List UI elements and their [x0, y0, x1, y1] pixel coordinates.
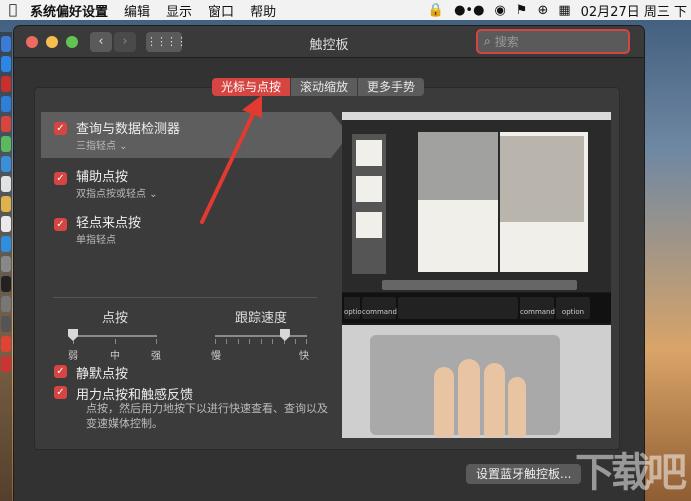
terminal-icon[interactable]: [1, 276, 11, 292]
force-click-description: 点按，然后用力地按下以进行快速查看、查询以及变速媒体控制。: [86, 402, 328, 430]
close-button[interactable]: [26, 36, 38, 48]
tracking-slider-track[interactable]: [215, 335, 307, 337]
menu-app-name[interactable]: 系统偏好设置: [26, 1, 116, 20]
preview-finger: [508, 377, 526, 437]
lookup-label: 查询与数据检测器: [76, 122, 181, 137]
preview-menubar: [342, 112, 611, 120]
secondary-click-sub[interactable]: 双指点按或轻点 ⌄: [76, 185, 158, 200]
tap-to-click-label: 轻点来点按: [76, 216, 142, 231]
click-slider-label-strong: 强: [151, 351, 161, 362]
preview-key-command-right: command: [520, 297, 555, 319]
tap-to-click-checkbox[interactable]: ✓: [54, 218, 67, 231]
menubar-datetime[interactable]: 02月27日 周三 下: [581, 1, 687, 20]
app-icon[interactable]: [1, 176, 11, 192]
back-button[interactable]: ‹: [90, 32, 112, 52]
preview-dock: [382, 280, 577, 290]
app-icon[interactable]: [1, 296, 11, 312]
gesture-preview: option command command option: [342, 112, 611, 438]
lock-icon[interactable]: 🔒: [428, 3, 444, 18]
preview-finger: [484, 363, 505, 437]
launchpad-icon[interactable]: [1, 56, 11, 72]
tab-bar: 光标与点按 滚动缩放 更多手势: [212, 78, 425, 96]
preview-finger: [458, 359, 480, 437]
preview-laptop-case: [342, 325, 611, 438]
safari-icon[interactable]: [1, 96, 11, 112]
tracking-slider-label-slow: 慢: [211, 351, 221, 362]
preview-thumb: [356, 212, 382, 238]
preview-key-command-left: command: [362, 297, 397, 319]
calendar-icon[interactable]: ▦: [558, 3, 570, 18]
title-bar: ‹ › ⋮⋮⋮⋮ 触控板 ⌕ 搜索: [14, 26, 644, 58]
app-icon[interactable]: [1, 336, 11, 352]
notification-icon[interactable]: ⚑: [516, 3, 528, 18]
lookup-checkbox[interactable]: ✓: [54, 122, 67, 135]
status-area: 🔒 ●•● ◉ ⚑ ⊕ ▦ 02月27日 周三 下: [428, 1, 691, 20]
lookup-sub[interactable]: 三指轻点 ⌄: [76, 137, 128, 152]
feature-tap-to-click[interactable]: ✓ 轻点来点按 单指轻点: [41, 206, 331, 252]
secondary-click-checkbox[interactable]: ✓: [54, 172, 67, 185]
tab-scroll-zoom[interactable]: 滚动缩放: [291, 78, 359, 96]
preview-bike-photo: [500, 136, 584, 222]
tracking-slider-title: 跟踪速度: [234, 311, 287, 326]
settings-icon[interactable]: [1, 256, 11, 272]
preview-screen: [342, 112, 611, 292]
zoom-button[interactable]: [66, 36, 78, 48]
preview-key-option-left: option: [344, 297, 366, 319]
divider: [53, 297, 317, 298]
silent-click-label: 静默点按: [76, 367, 129, 382]
search-field[interactable]: ⌕ 搜索: [476, 29, 630, 54]
dots-icon[interactable]: ●•●: [454, 3, 484, 18]
appstore-icon[interactable]: [1, 236, 11, 252]
app-icon[interactable]: [1, 156, 11, 172]
show-all-grid-icon[interactable]: ⋮⋮⋮⋮: [146, 32, 187, 52]
preview-key-space: [398, 297, 518, 319]
app-icon[interactable]: [1, 196, 11, 212]
preview-thumb: [356, 140, 382, 166]
window-title: 触控板: [309, 38, 349, 53]
search-icon: ⌕: [484, 34, 491, 48]
apple-icon[interactable]: : [0, 2, 26, 18]
feature-secondary-click[interactable]: ✓ 辅助点按 双指点按或轻点 ⌄: [41, 160, 331, 206]
messages-icon[interactable]: [1, 136, 11, 152]
tab-point-and-click[interactable]: 光标与点按: [212, 78, 292, 96]
forward-button[interactable]: ›: [114, 32, 136, 52]
tab-more-gestures[interactable]: 更多手势: [358, 78, 425, 96]
tap-to-click-sub: 单指轻点: [76, 235, 116, 246]
click-slider-knob[interactable]: [68, 329, 78, 341]
system-preferences-window: ‹ › ⋮⋮⋮⋮ 触控板 ⌕ 搜索 ✓ 查询与数据检测器 三指轻点 ⌄ ✓ 辅助…: [14, 26, 644, 501]
preview-lookup-overlay: [418, 132, 498, 200]
preview-key-option-right: option: [556, 297, 590, 319]
app-icon[interactable]: [1, 116, 11, 132]
setup-bluetooth-trackpad-button[interactable]: 设置蓝牙触控板...: [466, 464, 582, 484]
feature-lookup[interactable]: ✓ 查询与数据检测器 三指轻点 ⌄: [41, 112, 349, 158]
force-click-checkbox[interactable]: ✓: [54, 386, 67, 399]
search-placeholder: 搜索: [494, 35, 519, 49]
globe-icon[interactable]: ⊕: [537, 3, 548, 18]
menu-help[interactable]: 帮助: [242, 1, 284, 20]
preview-thumb: [356, 176, 382, 202]
click-slider-label-medium: 中: [110, 351, 120, 362]
menu-view[interactable]: 显示: [158, 1, 200, 20]
account-icon[interactable]: ◉: [494, 3, 505, 18]
secondary-click-label: 辅助点按: [76, 170, 129, 185]
watermark-logo: 下载吧: [575, 450, 687, 496]
finder-icon[interactable]: [1, 36, 11, 52]
tracking-slider-label-fast: 快: [299, 351, 309, 362]
app-icon[interactable]: [1, 316, 11, 332]
preview-finger: [434, 367, 454, 437]
preview-keyboard: option command command option: [342, 293, 611, 323]
dock: [0, 32, 12, 501]
app-icon[interactable]: [1, 356, 11, 372]
calendar-app-icon[interactable]: [1, 76, 11, 92]
tracking-slider-knob[interactable]: [279, 329, 290, 341]
silent-click-checkbox[interactable]: ✓: [54, 365, 67, 378]
click-slider-title: 点按: [101, 311, 128, 326]
click-slider-track[interactable]: [73, 335, 157, 337]
menu-edit[interactable]: 编辑: [116, 1, 158, 20]
app-icon[interactable]: [1, 216, 11, 232]
minimize-button[interactable]: [46, 36, 58, 48]
menu-window[interactable]: 窗口: [200, 1, 242, 20]
menu-bar:  系统偏好设置 编辑 显示 窗口 帮助 🔒 ●•● ◉ ⚑ ⊕ ▦ 02月27…: [0, 0, 691, 20]
click-slider-label-weak: 弱: [68, 351, 78, 362]
